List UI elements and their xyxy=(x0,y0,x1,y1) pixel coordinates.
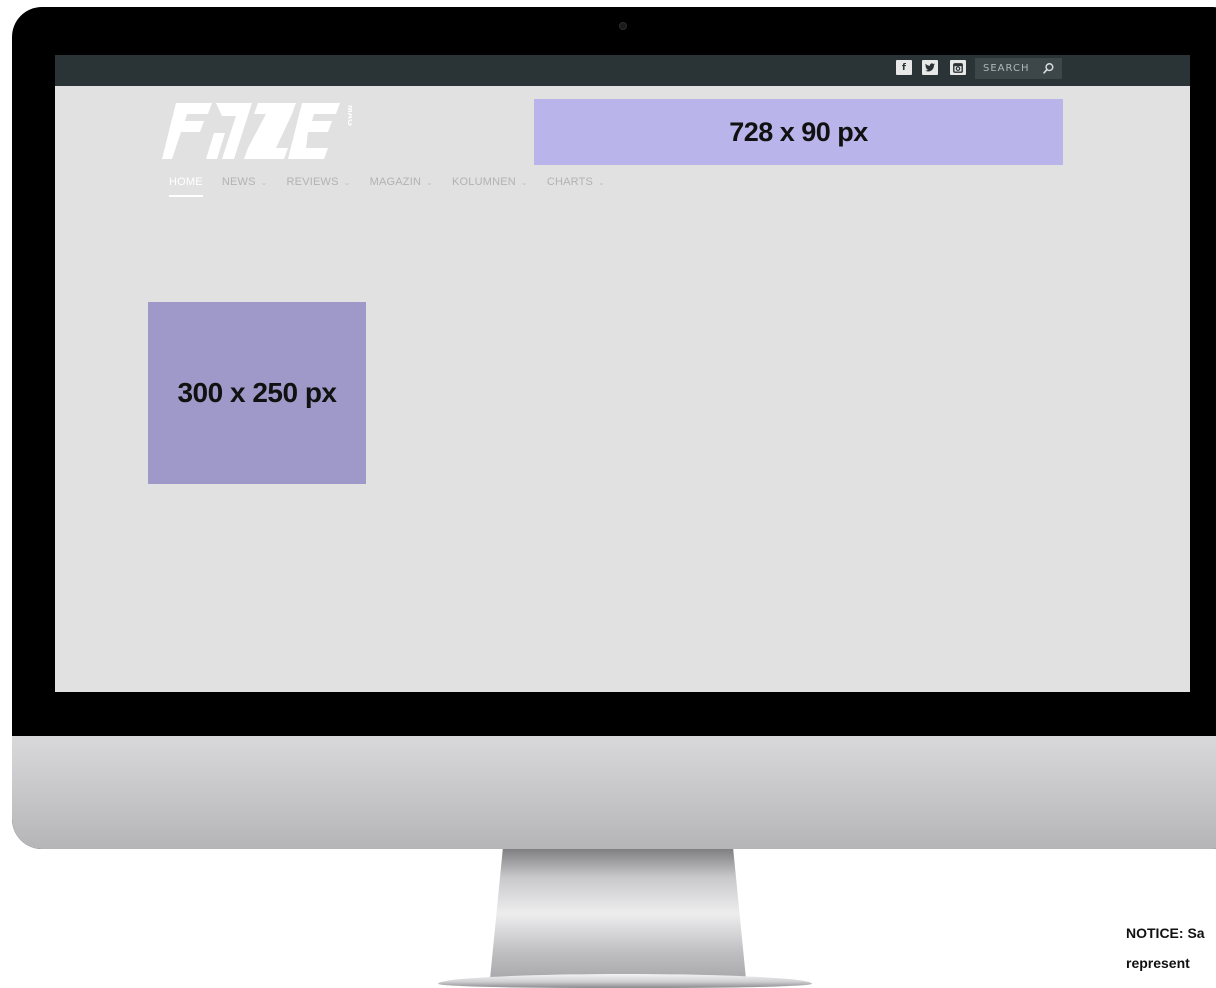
instagram-icon[interactable] xyxy=(950,60,966,75)
nav-item-home[interactable]: HOME xyxy=(169,176,203,197)
chevron-down-icon: ⌄ xyxy=(426,177,433,187)
search-label: SEARCH xyxy=(983,63,1030,74)
chevron-down-icon: ⌄ xyxy=(598,177,605,187)
monitor-chin xyxy=(12,736,1216,849)
svg-text:MAG: MAG xyxy=(346,105,352,126)
nav-item-label: NEWS xyxy=(221,176,256,188)
rectangle-ad-label: 300 x 250 px xyxy=(177,377,337,408)
twitter-bird-glyph xyxy=(925,63,935,72)
chevron-down-icon: ⌄ xyxy=(520,177,528,187)
nav-item-label: MAGAZIN xyxy=(369,176,422,188)
search-icon[interactable] xyxy=(1042,62,1055,75)
nav-item-magazin[interactable]: MAGAZIN ⌄ xyxy=(370,176,433,188)
website-screen: f SEARCH MAG 728 x 90 px HOME NEWS ⌄ REV… xyxy=(55,55,1190,692)
notice-line-2: represent xyxy=(1126,955,1190,971)
rectangle-ad-placeholder[interactable]: 300 x 250 px xyxy=(148,302,366,484)
leaderboard-ad-placeholder[interactable]: 728 x 90 px xyxy=(534,99,1063,165)
nav-item-label: REVIEWS xyxy=(286,176,339,188)
nav-item-kolumnen[interactable]: KOLUMNEN ⌄ xyxy=(452,176,528,188)
nav-item-label: KOLUMNEN xyxy=(452,176,516,188)
twitter-icon[interactable] xyxy=(922,60,938,75)
monitor-stand xyxy=(490,849,746,979)
faze-mag-logo[interactable]: MAG xyxy=(162,103,356,159)
camera-icon xyxy=(619,22,627,30)
logo-wordmark: MAG xyxy=(162,103,356,159)
nav-item-reviews[interactable]: REVIEWS ⌄ xyxy=(287,176,351,188)
nav-item-news[interactable]: NEWS ⌄ xyxy=(222,176,268,188)
instagram-camera-glyph xyxy=(953,62,963,73)
top-bar: f SEARCH xyxy=(55,55,1190,86)
chevron-down-icon: ⌄ xyxy=(343,177,351,187)
main-navigation: HOME NEWS ⌄ REVIEWS ⌄ MAGAZIN ⌄ KOLUMNEN… xyxy=(169,176,624,198)
nav-item-charts[interactable]: CHARTS ⌄ xyxy=(547,176,605,188)
leaderboard-ad-label: 728 x 90 px xyxy=(729,116,868,147)
facebook-icon[interactable]: f xyxy=(896,60,912,75)
notice-text: NOTICE: Sa represent xyxy=(1126,918,1216,978)
search-box[interactable]: SEARCH xyxy=(975,58,1062,79)
nav-item-label: CHARTS xyxy=(546,176,594,188)
nav-item-label: HOME xyxy=(169,176,203,188)
chevron-down-icon: ⌄ xyxy=(260,177,268,187)
notice-line-1: NOTICE: Sa xyxy=(1126,925,1205,941)
monitor-stand-base xyxy=(438,974,812,988)
